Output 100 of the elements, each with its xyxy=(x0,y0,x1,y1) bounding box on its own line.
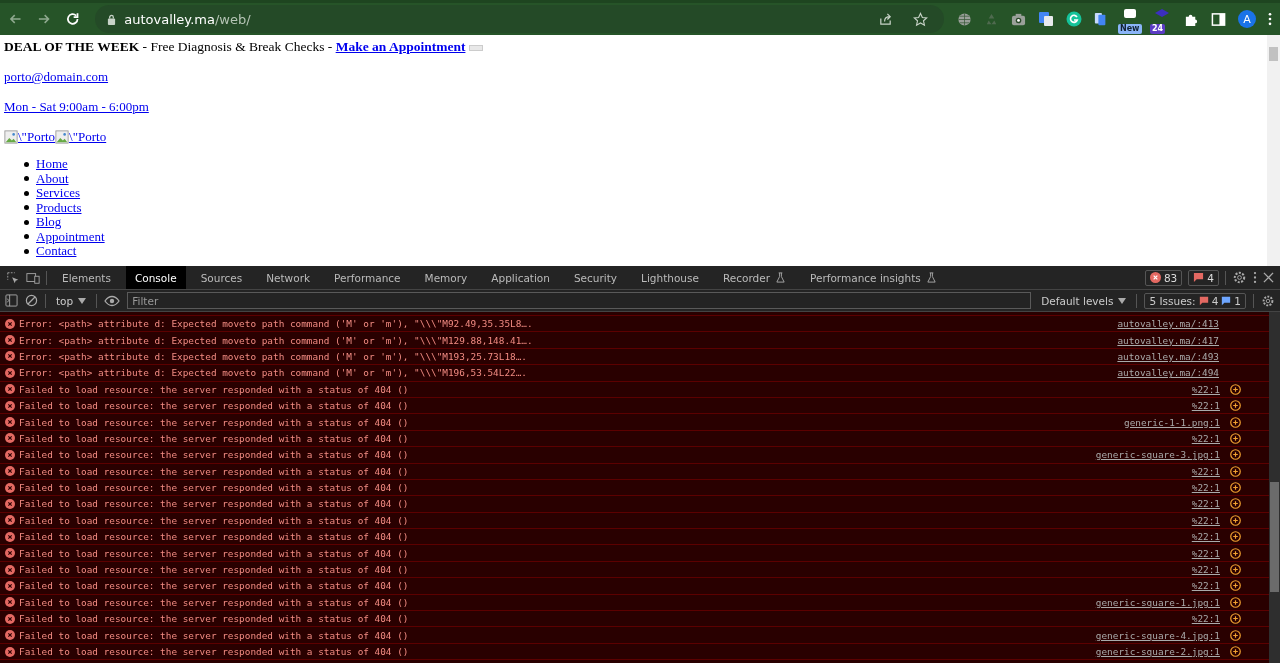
error-icon xyxy=(5,564,15,575)
network-request-icon[interactable] xyxy=(1230,564,1241,576)
device-toolbar-icon[interactable] xyxy=(26,270,40,285)
devtools-tab[interactable]: Memory xyxy=(415,266,477,289)
source-link[interactable]: %22:1 xyxy=(1191,580,1220,592)
grammar-icon[interactable] xyxy=(1066,11,1082,27)
nav-link[interactable]: Home xyxy=(36,156,68,173)
source-link[interactable]: %22:1 xyxy=(1191,482,1220,494)
issue-count[interactable]: 4 xyxy=(1188,269,1219,286)
source-link[interactable]: generic-square-1.jpg:1 xyxy=(1095,596,1220,608)
devtools-tab[interactable]: Performance xyxy=(325,266,410,289)
issue-flag-icon xyxy=(1193,272,1205,283)
nav-link[interactable]: Contact xyxy=(36,243,77,260)
source-link[interactable]: %22:1 xyxy=(1191,531,1220,543)
logo-link[interactable]: \"Porto xyxy=(55,129,107,144)
more-icon[interactable] xyxy=(1253,271,1257,284)
devtools-tab[interactable]: Performance insights xyxy=(801,266,946,289)
source-link[interactable]: autovalley.ma/:413 xyxy=(1117,318,1219,330)
network-request-icon[interactable] xyxy=(1230,580,1241,592)
source-link[interactable]: %22:1 xyxy=(1191,400,1220,412)
devtools-tab[interactable]: Recorder xyxy=(713,266,795,289)
inspect-icon[interactable] xyxy=(6,270,20,285)
network-request-icon[interactable] xyxy=(1230,547,1241,559)
source-link[interactable]: generic-1-1.png:1 xyxy=(1124,416,1220,428)
error-icon xyxy=(5,335,15,346)
settings-icon[interactable] xyxy=(1232,270,1247,285)
network-request-icon[interactable] xyxy=(1230,449,1241,461)
logo-link[interactable]: \"Porto xyxy=(4,129,56,144)
hours-link[interactable]: Mon - Sat 9:00am - 6:00pm xyxy=(4,99,149,114)
network-request-icon[interactable] xyxy=(1230,629,1241,641)
nav-link[interactable]: Services xyxy=(36,185,81,202)
globe-icon[interactable] xyxy=(957,11,972,27)
share-icon[interactable] xyxy=(878,11,893,27)
menu-icon[interactable] xyxy=(1268,12,1272,26)
devtools-tab[interactable]: Network xyxy=(257,266,320,289)
nav-link[interactable]: About xyxy=(36,170,69,187)
error-count[interactable]: 83 xyxy=(1144,269,1183,286)
settings-icon[interactable] xyxy=(1261,293,1275,308)
source-link[interactable]: %22:1 xyxy=(1191,613,1220,625)
sidebar-toggle-icon[interactable] xyxy=(5,294,18,307)
close-icon[interactable] xyxy=(1263,272,1274,283)
address-bar[interactable]: autovalley.ma/web/ xyxy=(95,5,944,33)
network-request-icon[interactable] xyxy=(1230,613,1241,625)
error-icon xyxy=(5,630,15,641)
url-text: autovalley.ma/web/ xyxy=(124,11,251,27)
source-link[interactable]: %22:1 xyxy=(1191,383,1220,395)
source-link[interactable]: generic-square-2.jpg:1 xyxy=(1095,646,1220,657)
camera-icon[interactable] xyxy=(1011,11,1026,27)
context-dropdown[interactable]: top xyxy=(53,294,90,307)
lock-icon xyxy=(107,13,117,25)
network-request-icon[interactable] xyxy=(1230,416,1241,428)
scrollbar-thumb[interactable] xyxy=(1269,47,1278,61)
network-request-icon[interactable] xyxy=(1230,531,1241,543)
devtools-tab[interactable]: Security xyxy=(564,266,627,289)
star-icon[interactable] xyxy=(913,11,928,27)
network-request-icon[interactable] xyxy=(1230,465,1241,477)
side-panel-icon[interactable] xyxy=(1211,11,1226,27)
levels-dropdown[interactable]: Default levels xyxy=(1038,294,1130,307)
translate-icon[interactable] xyxy=(1038,11,1054,27)
network-request-icon[interactable] xyxy=(1230,432,1241,444)
network-request-icon[interactable] xyxy=(1230,514,1241,526)
clear-console-icon[interactable] xyxy=(25,294,38,307)
devtools-tab[interactable]: Lighthouse xyxy=(632,266,708,289)
error-icon xyxy=(5,367,15,378)
devtools-tab[interactable]: Console xyxy=(125,266,186,289)
pages-icon[interactable] xyxy=(1094,11,1108,27)
network-request-icon[interactable] xyxy=(1230,596,1241,608)
error-icon xyxy=(5,400,15,411)
nav-link[interactable]: Blog xyxy=(36,214,62,231)
source-link[interactable]: %22:1 xyxy=(1191,432,1220,444)
source-link[interactable]: %22:1 xyxy=(1191,514,1220,526)
source-link[interactable]: generic-square-4.jpg:1 xyxy=(1095,629,1220,641)
filter-field[interactable]: Filter xyxy=(127,292,1032,309)
source-link[interactable]: %22:1 xyxy=(1191,564,1220,576)
source-link[interactable]: autovalley.ma/:494 xyxy=(1117,367,1219,379)
source-link[interactable]: autovalley.ma/:493 xyxy=(1117,350,1219,362)
issues-button[interactable]: 5 Issues: 4 1 xyxy=(1144,292,1246,309)
flask-icon xyxy=(925,272,937,283)
devtools-tab[interactable]: Elements xyxy=(53,266,120,289)
source-link[interactable]: generic-square-3.jpg:1 xyxy=(1095,449,1220,461)
nav-link[interactable]: Products xyxy=(36,199,82,216)
network-request-icon[interactable] xyxy=(1230,400,1241,412)
network-request-icon[interactable] xyxy=(1230,482,1241,494)
source-link[interactable]: %22:1 xyxy=(1191,498,1220,510)
source-link[interactable]: autovalley.ma/:417 xyxy=(1117,334,1219,346)
appointment-link[interactable]: Make an Appointment xyxy=(335,39,466,54)
email-link[interactable]: porto@domain.com xyxy=(4,69,109,84)
devtools-tab[interactable]: Sources xyxy=(191,266,252,289)
network-request-icon[interactable] xyxy=(1230,646,1241,657)
network-request-icon[interactable] xyxy=(1230,383,1241,395)
error-icon xyxy=(5,499,15,509)
devtools-tab[interactable]: Application xyxy=(482,266,559,289)
network-request-icon[interactable] xyxy=(1230,498,1241,510)
source-link[interactable]: %22:1 xyxy=(1191,465,1220,477)
eye-icon[interactable] xyxy=(104,294,121,307)
source-link[interactable]: %22:1 xyxy=(1191,547,1220,559)
nav-link[interactable]: Appointment xyxy=(36,228,105,245)
reload-icon[interactable] xyxy=(64,11,81,27)
scrollbar-thumb[interactable] xyxy=(1270,482,1279,592)
profile-avatar[interactable]: A xyxy=(1238,10,1256,28)
